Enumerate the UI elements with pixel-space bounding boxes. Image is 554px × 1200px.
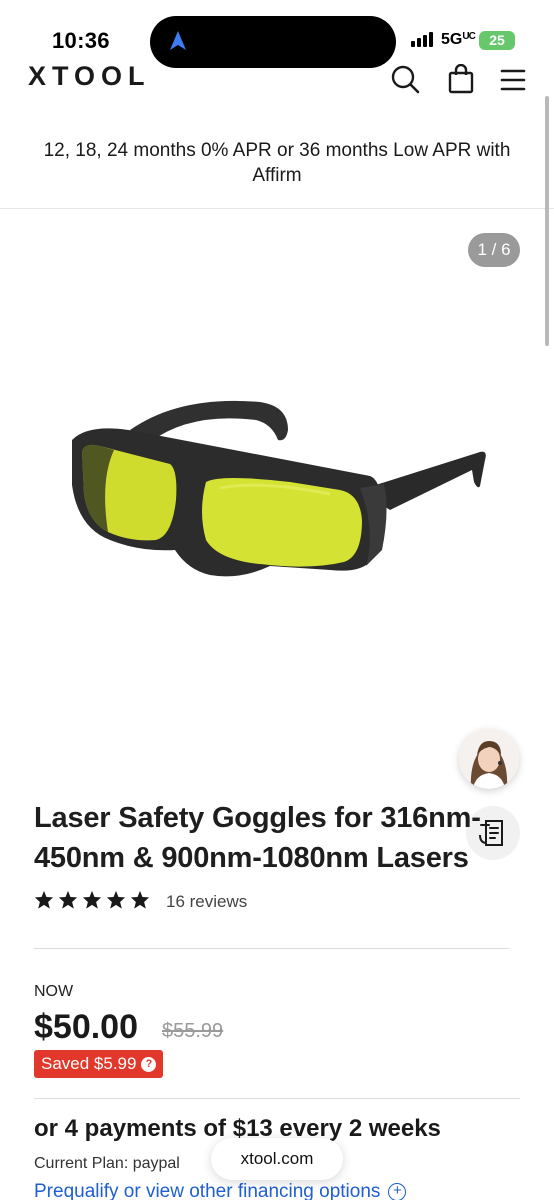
help-icon[interactable]: ? (141, 1056, 157, 1072)
divider (34, 1098, 520, 1099)
svg-text:XTOOL: XTOOL (28, 63, 151, 89)
scrollbar[interactable] (545, 96, 549, 346)
divider (0, 208, 554, 209)
menu-icon[interactable] (500, 68, 526, 92)
agent-avatar-icon (459, 729, 519, 789)
status-bar: 10:36 5GUC 25 (0, 0, 554, 68)
star-icon (34, 890, 54, 909)
network-sub-label: UC (462, 31, 475, 42)
compare-price: $55.99 (162, 1020, 224, 1042)
saved-label: Saved $5.99 (41, 1054, 137, 1073)
product-image[interactable] (60, 390, 490, 590)
reviews-link[interactable]: 16 reviews (166, 892, 247, 912)
plus-circle-icon[interactable]: + (388, 1183, 407, 1200)
url-bar[interactable]: xtool.com (211, 1138, 343, 1180)
prequalify-link[interactable]: Prequalify or view other financing optio… (34, 1181, 407, 1200)
status-time: 10:36 (52, 28, 110, 53)
dynamic-island (150, 16, 396, 68)
product-title: Laser Safety Goggles for 316nm-450nm & 9… (34, 802, 481, 874)
current-price: $50.00 (34, 1008, 138, 1046)
location-arrow-icon (170, 31, 186, 50)
chat-agent-avatar[interactable] (459, 729, 519, 789)
signal-icon (411, 32, 433, 47)
current-plan: Current Plan: paypal (34, 1155, 180, 1172)
rating-stars[interactable] (34, 890, 150, 909)
prequalify-label[interactable]: Prequalify or view other financing optio… (34, 1181, 380, 1200)
promo-banner[interactable]: 12, 18, 24 months 0% APR or 36 months Lo… (0, 138, 554, 188)
xtool-logo[interactable]: XTOOL (28, 61, 212, 94)
search-icon[interactable] (390, 64, 420, 94)
shopping-bag-icon[interactable] (448, 64, 474, 94)
network-label: 5GUC (441, 31, 476, 48)
star-icon (130, 890, 150, 909)
star-icon (106, 890, 126, 909)
star-icon (58, 890, 78, 909)
battery-indicator: 25 (479, 31, 515, 50)
gallery-counter: 1 / 6 (468, 233, 520, 267)
star-icon (82, 890, 102, 909)
now-label: NOW (34, 983, 74, 1000)
saved-badge: Saved $5.99 ? (34, 1050, 164, 1078)
divider (34, 948, 509, 949)
logo-mark: XTOOL (28, 61, 151, 91)
